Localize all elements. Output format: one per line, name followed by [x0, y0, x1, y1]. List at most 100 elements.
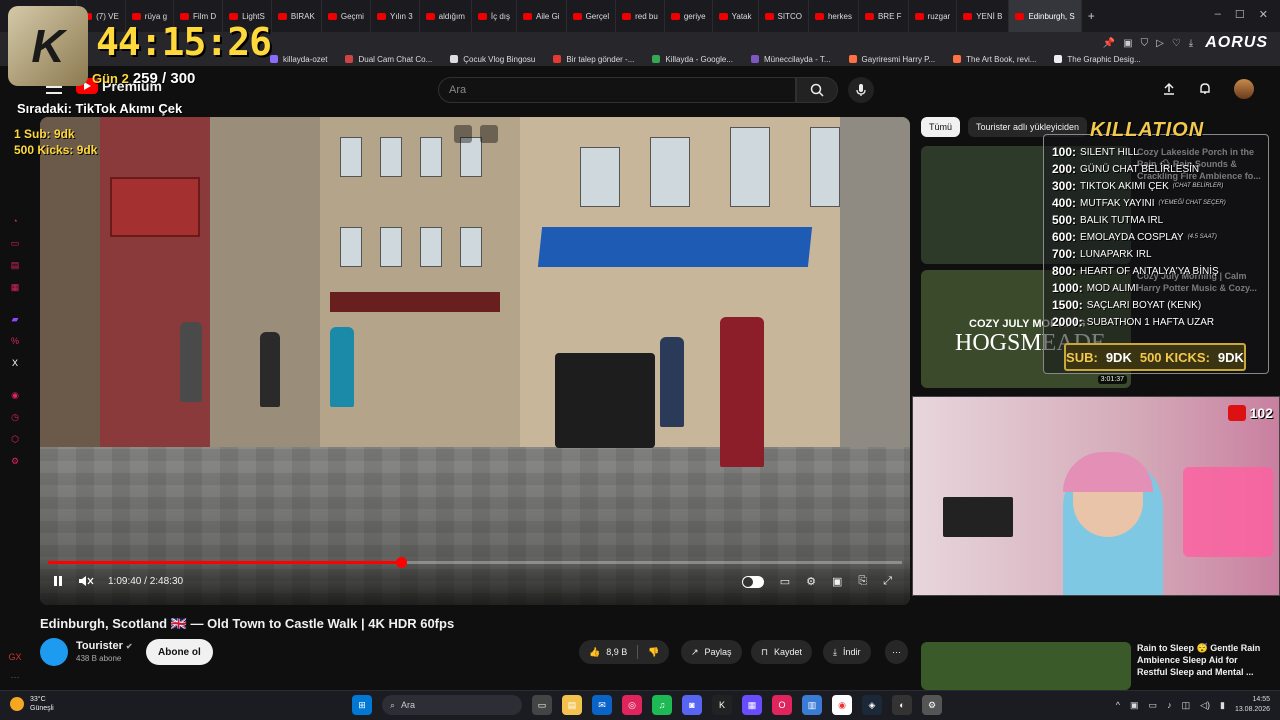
volume-icon[interactable]: ◁): [1200, 700, 1210, 711]
bookmark-item[interactable]: The Graphic Desig...: [1054, 55, 1141, 64]
new-tab-button[interactable]: +: [1088, 9, 1095, 23]
more-icon[interactable]: ⋯: [8, 672, 22, 686]
opera-gx-icon[interactable]: ◎: [622, 695, 642, 715]
discord-icon[interactable]: ◙: [682, 695, 702, 715]
video-thumbnail[interactable]: [921, 642, 1131, 690]
browser-tab[interactable]: red bu: [616, 0, 665, 32]
browser-tab[interactable]: YENİ B: [957, 0, 1010, 32]
settings-icon[interactable]: ⚙: [8, 456, 22, 470]
windows-start-icon[interactable]: ⊞: [352, 695, 372, 715]
file-explorer-icon[interactable]: ▤: [562, 695, 582, 715]
spotify-icon[interactable]: ♫: [652, 695, 672, 715]
download-icon[interactable]: ⤓: [1189, 38, 1193, 49]
clock[interactable]: 14:55 13.08.2026: [1235, 695, 1270, 715]
extension-icon[interactable]: ▣: [1123, 38, 1132, 49]
skip-icon[interactable]: [480, 125, 498, 143]
tab-active[interactable]: Edinburgh, S: [1009, 0, 1082, 32]
cube-icon[interactable]: ⬡: [8, 434, 22, 448]
scrubber-handle[interactable]: [395, 557, 407, 568]
weather-widget[interactable]: 33°C Güneşli: [10, 695, 54, 713]
tray-app-icon[interactable]: ▣: [1130, 700, 1139, 711]
voice-search-button[interactable]: [848, 77, 874, 103]
shield-icon[interactable]: ⛉: [1141, 38, 1149, 49]
theater-mode-icon[interactable]: ▣: [832, 575, 842, 588]
browser-tab[interactable]: herkes: [809, 0, 859, 32]
recommended-video[interactable]: Rain to Sleep 😴 Gentle Rain Ambience Sle…: [921, 642, 1271, 690]
autoplay-toggle[interactable]: [741, 575, 764, 588]
fullscreen-icon[interactable]: ⤢: [883, 575, 892, 588]
mail-icon[interactable]: ✉: [592, 695, 612, 715]
percent-icon[interactable]: %: [8, 336, 22, 350]
channel-avatar[interactable]: [40, 638, 68, 666]
chrome-icon[interactable]: ◉: [832, 695, 852, 715]
browser-icon[interactable]: O: [772, 695, 792, 715]
bookmark-item[interactable]: Gayriresmi Harry P...: [848, 55, 935, 64]
bookmark-item[interactable]: Dual Cam Chat Co...: [345, 55, 432, 64]
subtitles-icon[interactable]: ▭: [780, 575, 790, 588]
filter-chip[interactable]: Tümü: [921, 117, 961, 137]
settings-app-icon[interactable]: ⚙: [922, 695, 942, 715]
bag-icon[interactable]: ▭: [8, 238, 22, 252]
gx-icon[interactable]: GX: [8, 652, 22, 666]
browser-tab[interactable]: BIRAK: [272, 0, 322, 32]
account-avatar[interactable]: [1234, 79, 1254, 99]
browser-tab[interactable]: Geçmi: [322, 0, 371, 32]
maximize-icon[interactable]: ☐: [1235, 8, 1245, 21]
browser-tab[interactable]: ruzgar: [909, 0, 958, 32]
minimize-icon[interactable]: –: [1215, 8, 1221, 21]
mic-tray-icon[interactable]: ♪: [1167, 700, 1172, 710]
pin-icon[interactable]: 📌: [1103, 38, 1115, 49]
miniplayer-icon[interactable]: [454, 125, 472, 143]
channel-name[interactable]: Tourister ✔: [76, 640, 133, 652]
share-button[interactable]: ↗ Paylaş: [681, 640, 742, 664]
battery-icon[interactable]: ▮: [1220, 700, 1225, 711]
network-icon[interactable]: ◫: [1182, 700, 1191, 711]
browser-tab[interactable]: Yatak: [713, 0, 759, 32]
clock-icon[interactable]: ◷: [8, 412, 22, 426]
bookmark-item[interactable]: Bir talep gönder -...: [553, 55, 634, 64]
play-icon[interactable]: ▷: [1156, 38, 1164, 49]
browser-tab[interactable]: İç dış: [472, 0, 518, 32]
twitch-icon[interactable]: ▰: [8, 314, 22, 328]
folder-tray-icon[interactable]: ▭: [1149, 700, 1158, 711]
kick-icon[interactable]: K: [712, 695, 732, 715]
x-icon[interactable]: X: [8, 358, 22, 372]
search-input[interactable]: Ara: [438, 77, 796, 103]
steam-icon[interactable]: ◈: [862, 695, 882, 715]
messenger-icon[interactable]: ▦: [8, 282, 22, 296]
browser-tab[interactable]: Yılın 3: [371, 0, 420, 32]
video-player[interactable]: 1:09:40 / 2:48:30 ▭ ⚙ ▣ ⎘ ⤢: [40, 117, 910, 605]
progress-bar[interactable]: [48, 557, 902, 568]
obs-icon[interactable]: ◐: [892, 695, 912, 715]
bookmark-item[interactable]: Müneccilayda - T...: [750, 55, 831, 64]
taskbar-search[interactable]: ⌕ Ara: [382, 695, 522, 715]
browser-tab[interactable]: SITCO: [759, 0, 809, 32]
browser-tab[interactable]: Gerçel: [567, 0, 617, 32]
browser-tab[interactable]: BRE F: [859, 0, 909, 32]
browser-tab[interactable]: aldığım: [420, 0, 472, 32]
bookmark-item[interactable]: The Art Book, revi...: [953, 55, 1036, 64]
browser-tab[interactable]: Aile Gi: [517, 0, 567, 32]
download-button[interactable]: ⤓ İndir: [823, 640, 871, 664]
search-button[interactable]: [796, 77, 838, 103]
app-grid-icon[interactable]: ▦: [742, 695, 762, 715]
task-view-icon[interactable]: ▭: [532, 695, 552, 715]
bookmark-item[interactable]: Killayda - Google...: [652, 55, 733, 64]
more-actions-button[interactable]: ⋯: [885, 640, 908, 664]
history-icon[interactable]: ◔: [8, 216, 22, 230]
notes-icon[interactable]: ▥: [802, 695, 822, 715]
record-icon[interactable]: ◉: [8, 390, 22, 404]
close-icon[interactable]: ✕: [1259, 8, 1268, 21]
heart-icon[interactable]: ♡: [1172, 38, 1181, 49]
browser-tab[interactable]: geriye: [665, 0, 713, 32]
upload-icon[interactable]: [1162, 82, 1176, 96]
notifications-bell-icon[interactable]: [1198, 82, 1212, 96]
cast-icon[interactable]: ⎘: [858, 575, 867, 588]
tray-chevron-icon[interactable]: ^: [1116, 700, 1120, 710]
bookmark-item[interactable]: killayda-ozet: [270, 55, 327, 64]
video-title[interactable]: Rain to Sleep 😴 Gentle Rain Ambience Sle…: [1137, 642, 1267, 678]
pause-icon[interactable]: [52, 575, 64, 587]
like-button[interactable]: 👍 8,9 B 👎: [579, 640, 670, 664]
save-button[interactable]: ⊓ Kaydet: [751, 640, 813, 664]
wallet-icon[interactable]: ▤: [8, 260, 22, 274]
